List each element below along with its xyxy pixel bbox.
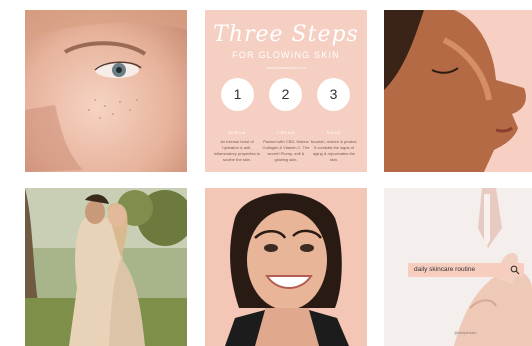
- step-3-text: Nourish, restore & protect. It combats t…: [310, 139, 358, 162]
- step-2-text: Packed with CBD, Marine Collagen & Vitam…: [262, 139, 310, 162]
- search-routine-card[interactable]: daily skincare routine @simpleskin: [384, 188, 532, 346]
- profile-face-image: [384, 10, 532, 172]
- step-1-text: An intense burst of hydration & anti-inf…: [213, 139, 261, 162]
- photo-smiling-woman[interactable]: [205, 188, 367, 346]
- search-icon[interactable]: [510, 265, 520, 275]
- step-2-number: 2: [269, 78, 302, 111]
- watermark-handle: @simpleskin: [454, 330, 477, 335]
- couple-image: [25, 188, 187, 346]
- photo-couple-outdoors[interactable]: [25, 188, 187, 346]
- step-2-heading: CREAM: [276, 130, 296, 135]
- card-url: www.yourwebsite.com: [266, 65, 306, 70]
- photo-freckled-face[interactable]: [25, 10, 187, 172]
- search-bar[interactable]: daily skincare routine: [408, 263, 524, 277]
- card-title: Three Steps: [213, 22, 359, 47]
- step-1-heading: SERUM: [227, 130, 247, 135]
- three-steps-card[interactable]: Three Steps FOR GLOWING SKIN www.yourweb…: [205, 10, 367, 172]
- step-1-number: 1: [221, 78, 254, 111]
- step-3-heading: MASK: [326, 130, 342, 135]
- freckled-face-image: [25, 10, 187, 172]
- search-query: daily skincare routine: [414, 266, 476, 273]
- step-3-number: 3: [317, 78, 350, 111]
- card-subtitle: FOR GLOWING SKIN: [232, 50, 340, 60]
- smiling-woman-image: [205, 188, 367, 346]
- photo-profile-glow[interactable]: [384, 10, 532, 172]
